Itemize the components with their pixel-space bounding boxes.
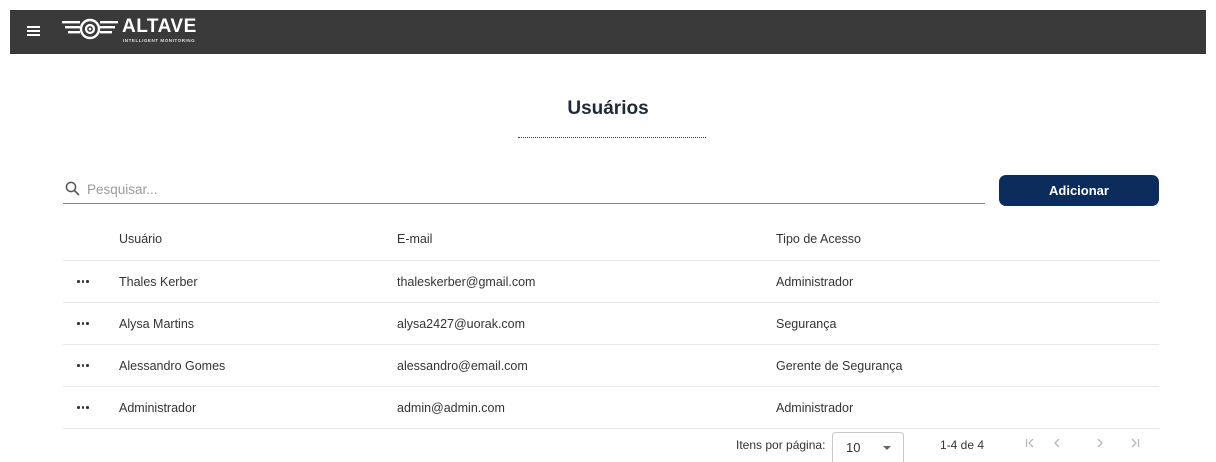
search-icon — [65, 181, 80, 196]
previous-page-button[interactable] — [1047, 436, 1067, 454]
user-access-type: Administrador — [776, 400, 854, 415]
table-row[interactable]: Alysa Martins alysa2427@uorak.com Segura… — [63, 303, 1159, 345]
user-email: thaleskerber@gmail.com — [397, 274, 536, 289]
column-header-email[interactable]: E-mail — [397, 218, 432, 260]
more-options-icon[interactable] — [75, 402, 91, 413]
row-actions-cell — [75, 261, 105, 302]
table-row[interactable]: Alessandro Gomes alessandro@email.com Ge… — [63, 345, 1159, 387]
user-name: Thales Kerber — [119, 274, 198, 289]
logo[interactable]: ALTAVE INTELLIGENT MONITORING — [60, 15, 230, 49]
user-name: Alysa Martins — [119, 316, 195, 331]
top-app-bar: ALTAVE INTELLIGENT MONITORING — [10, 10, 1206, 54]
user-email: alessandro@email.com — [397, 358, 528, 373]
caret-down-icon — [883, 446, 891, 450]
last-page-icon — [1131, 438, 1140, 448]
search-input[interactable] — [87, 177, 967, 201]
logo-wordmark: ALTAVE — [122, 16, 197, 37]
title-underline — [518, 137, 706, 138]
more-options-icon[interactable] — [75, 360, 91, 371]
user-name: Administrador — [119, 400, 197, 415]
row-actions-cell — [75, 303, 105, 344]
column-header-user[interactable]: Usuário — [119, 218, 162, 260]
logo-mark-icon — [62, 18, 118, 40]
more-options-icon[interactable] — [75, 276, 91, 287]
table-header: Usuário E-mail Tipo de Acesso — [63, 218, 1159, 261]
first-page-icon — [1025, 438, 1034, 448]
more-options-icon[interactable] — [75, 318, 91, 329]
add-button[interactable]: Adicionar — [999, 175, 1159, 206]
search-field — [63, 177, 985, 204]
logo-subtitle: INTELLIGENT MONITORING — [123, 38, 196, 43]
table-row[interactable]: Thales Kerber thaleskerber@gmail.com Adm… — [63, 261, 1159, 303]
items-per-page-label: Itens por página: — [736, 438, 826, 452]
page-title: Usuários — [567, 98, 649, 119]
row-actions-cell — [75, 387, 105, 428]
chevron-left-icon — [1054, 438, 1060, 448]
user-access-type: Gerente de Segurança — [776, 358, 903, 373]
column-header-access-type[interactable]: Tipo de Acesso — [776, 218, 861, 260]
chevron-right-icon — [1097, 438, 1103, 448]
user-email: admin@admin.com — [397, 400, 505, 415]
user-access-type: Administrador — [776, 274, 854, 289]
table-row[interactable]: Administrador admin@admin.com Administra… — [63, 387, 1159, 429]
last-page-button[interactable] — [1125, 436, 1145, 454]
user-access-type: Segurança — [776, 316, 837, 331]
row-actions-cell — [75, 345, 105, 386]
items-per-page-value: 10 — [846, 440, 861, 455]
items-per-page-select[interactable]: 10 — [832, 432, 904, 462]
user-name: Alessandro Gomes — [119, 358, 226, 373]
next-page-button[interactable] — [1090, 436, 1110, 454]
paginator: Itens por página: 10 1-4 de 4 — [0, 430, 1216, 462]
first-page-button[interactable] — [1020, 436, 1040, 454]
users-table: Usuário E-mail Tipo de Acesso Thales Ker… — [63, 218, 1159, 429]
menu-icon[interactable] — [27, 25, 40, 37]
user-email: alysa2427@uorak.com — [397, 316, 526, 331]
page-range-label: 1-4 de 4 — [940, 438, 985, 452]
